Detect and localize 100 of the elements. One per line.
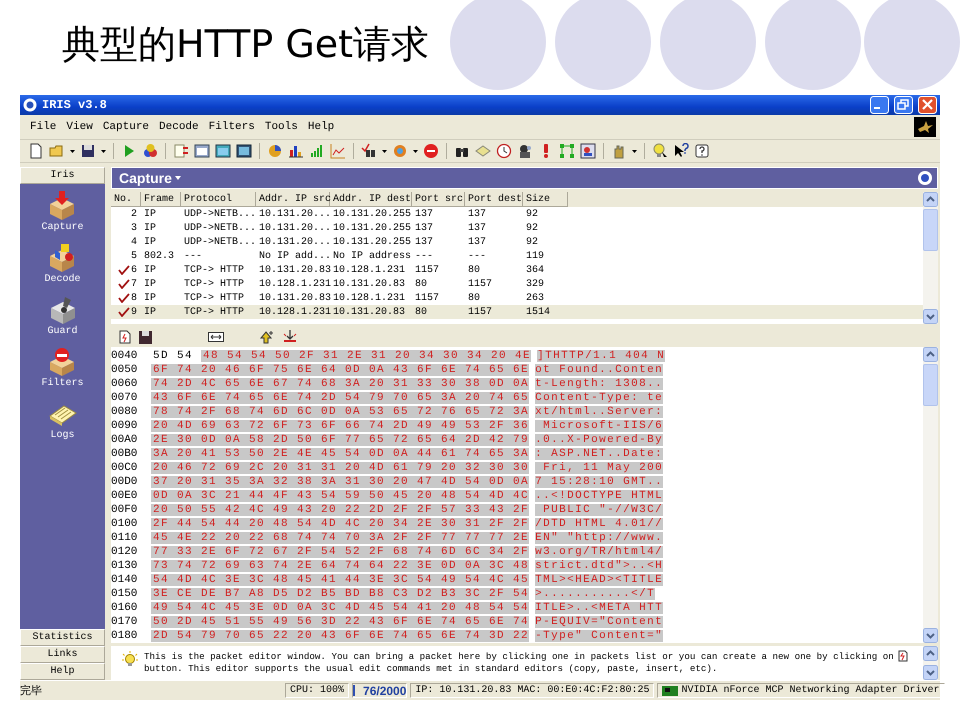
sidebar-item[interactable]: Filters: [41, 378, 84, 389]
table-cell-text: 10.131.20.255: [332, 208, 412, 220]
sidebar-button[interactable]: Links: [20, 646, 105, 663]
menu-item[interactable]: Capture: [102, 120, 150, 134]
restore-button[interactable]: [894, 96, 913, 114]
stop-icon[interactable]: [423, 143, 439, 159]
column-header[interactable]: Size: [523, 192, 568, 207]
open-folder-icon[interactable]: [49, 143, 65, 159]
table-cell-text: 1514: [525, 306, 552, 318]
pie-chart-icon[interactable]: [267, 143, 283, 159]
scroll-down-icon[interactable]: [923, 628, 938, 643]
packet-row[interactable]: 9 IP TCP-> HTTP 10.128.1.231 10.131.20.83 80 1157 1514: [111, 305, 923, 319]
table-cell-text: 802.3: [143, 250, 176, 262]
hex-bytes: 49 54 4C 45 3E 0D 0A 3C 4D 45 54 41 20 48 54 54: [151, 602, 530, 614]
new-file-icon[interactable]: [28, 143, 44, 159]
column-header[interactable]: Addr. IP src: [256, 192, 330, 207]
hex-bytes: 20 4D 69 63 72 6F 73 6F 66 74 2D 49 49 53 2F 36: [151, 420, 530, 432]
help-pointer-icon[interactable]: [673, 143, 689, 159]
network-nodes-icon[interactable]: [559, 143, 575, 159]
help-icon[interactable]: [694, 143, 710, 159]
diamond-icon[interactable]: [475, 143, 491, 159]
packet-row[interactable]: 4 IP UDP->NETB... 10.131.20... 10.131.20.255 137 137 92: [111, 235, 923, 249]
packet-row[interactable]: 5 802.3 --- No IP add... No IP address --- --- 119: [111, 249, 923, 263]
sidebar-button[interactable]: Help: [20, 663, 105, 680]
packet-row[interactable]: 3 IP UDP->NETB... 10.131.20... 10.131.20.255 137 137 92: [111, 221, 923, 235]
scroll-thumb[interactable]: [923, 209, 938, 251]
sidebar-item[interactable]: Decode: [44, 274, 80, 285]
ascii-text: w3.org/TR/html4/: [535, 546, 664, 558]
caret-icon[interactable]: [174, 176, 181, 180]
scrollbar[interactable]: [923, 192, 938, 324]
capture-title[interactable]: Capture: [119, 170, 172, 186]
new-packet-icon[interactable]: [119, 330, 131, 344]
hex-bytes: 2F 44 54 44 20 48 54 4D 4C 20 34 2E 30 31 2F 2F: [151, 518, 530, 530]
arrow-up-plus-icon[interactable]: [260, 330, 274, 344]
packet-row[interactable]: 2 IP UDP->NETB... 10.131.20... 10.131.20.255 137 137 92: [111, 207, 923, 221]
table-cell-text: 137: [414, 236, 434, 248]
adapter-name: NVIDIA nForce MCP Networking Adapter Driver: [681, 685, 940, 696]
menu-item[interactable]: View: [66, 120, 93, 134]
column-header[interactable]: Frame: [141, 192, 181, 207]
column-header[interactable]: No.: [111, 192, 141, 207]
dropdown-arrow-icon[interactable]: [101, 150, 106, 152]
dropdown-arrow-icon[interactable]: [632, 150, 637, 152]
sidebar-header[interactable]: Iris: [20, 167, 105, 184]
info-text: button. This editor supports the usual edit commands met in standard editors (copy, paste, insert, etc).: [144, 663, 718, 674]
column-header[interactable]: Protocol: [181, 192, 256, 207]
save-icon[interactable]: [139, 330, 152, 344]
scroll-up-icon[interactable]: [923, 347, 938, 362]
window-icon[interactable]: [215, 143, 231, 159]
window-list-icon[interactable]: [194, 143, 210, 159]
close-button[interactable]: [918, 96, 937, 114]
column-header[interactable]: Port src: [412, 192, 465, 207]
menu-item[interactable]: Tools: [264, 120, 298, 134]
scroll-down-icon[interactable]: [923, 665, 938, 680]
scroll-up-icon[interactable]: [923, 646, 938, 661]
scroll-down-icon[interactable]: [923, 309, 938, 324]
binoculars-check-icon[interactable]: [361, 143, 377, 159]
save-icon[interactable]: [80, 143, 96, 159]
monitor-icon[interactable]: [236, 143, 252, 159]
target-icon[interactable]: [917, 170, 933, 186]
packet-row[interactable]: 7 IP TCP-> HTTP 10.128.1.231 10.131.20.83 80 1157 329: [111, 277, 923, 291]
ascii-text: Content-Type: te: [535, 392, 664, 404]
line-chart-icon[interactable]: [330, 143, 346, 159]
picture-frame-icon[interactable]: [580, 143, 596, 159]
sidebar-item[interactable]: Guard: [47, 326, 78, 337]
packet-row[interactable]: 6 IP TCP-> HTTP 10.131.20.83 10.128.1.231 1157 80 364: [111, 263, 923, 277]
scroll-thumb[interactable]: [923, 364, 938, 406]
hex-offset: 0160: [111, 602, 138, 614]
hex-offset: 0110: [111, 532, 138, 544]
scrollbar[interactable]: [923, 347, 938, 643]
packet-row[interactable]: 8 IP TCP-> HTTP 10.131.20.83 10.128.1.231 1157 80 263: [111, 291, 923, 305]
menu-item[interactable]: Decode: [159, 120, 199, 134]
table-cell-text: IP: [143, 278, 158, 290]
menu-item[interactable]: Filters: [208, 120, 255, 134]
hex-offset: 00C0: [111, 462, 138, 474]
arrow-down-spark-icon[interactable]: [282, 329, 298, 345]
scroll-up-icon[interactable]: [923, 192, 938, 207]
bar-chart-icon[interactable]: [288, 143, 304, 159]
column-header[interactable]: Addr. IP dest: [330, 192, 412, 207]
lightbulb-pointer-icon[interactable]: [652, 143, 668, 159]
hex-offset: 0130: [111, 560, 138, 572]
dropdown-arrow-icon[interactable]: [413, 150, 418, 152]
sidebar-button[interactable]: Statistics: [20, 629, 105, 646]
hex-offset: 00A0: [111, 434, 138, 446]
colored-balls-icon[interactable]: [142, 143, 158, 159]
menu-item[interactable]: File: [30, 120, 56, 134]
minimize-button[interactable]: [870, 96, 889, 114]
resize-width-icon[interactable]: [208, 332, 224, 342]
column-header[interactable]: Port dest: [465, 192, 523, 207]
ascii-text: .0..X-Powered-By: [535, 434, 664, 446]
hex-bytes: 73 74 72 69 63 74 2E 64 74 64 22 3E 0D 0A 3C 48: [151, 560, 530, 572]
sidebar-item[interactable]: Capture: [41, 222, 84, 233]
sidebar-item[interactable]: Logs: [50, 430, 74, 441]
scrollbar[interactable]: [923, 646, 938, 680]
dropdown-arrow-icon[interactable]: [70, 150, 75, 152]
hex-bytes: 3A 20 41 53 50 2E 4E 45 54 0D 0A 44 61 74 65 3A: [151, 448, 530, 460]
hex-bytes: 0D 0A 3C 21 44 4F 43 54 59 50 45 20 48 54 4D 4C: [151, 490, 530, 502]
menu-item[interactable]: Help: [308, 120, 334, 134]
table-cell-text: 1157: [467, 306, 494, 318]
dropdown-arrow-icon[interactable]: [382, 150, 387, 152]
clock-icon[interactable]: [496, 143, 512, 159]
